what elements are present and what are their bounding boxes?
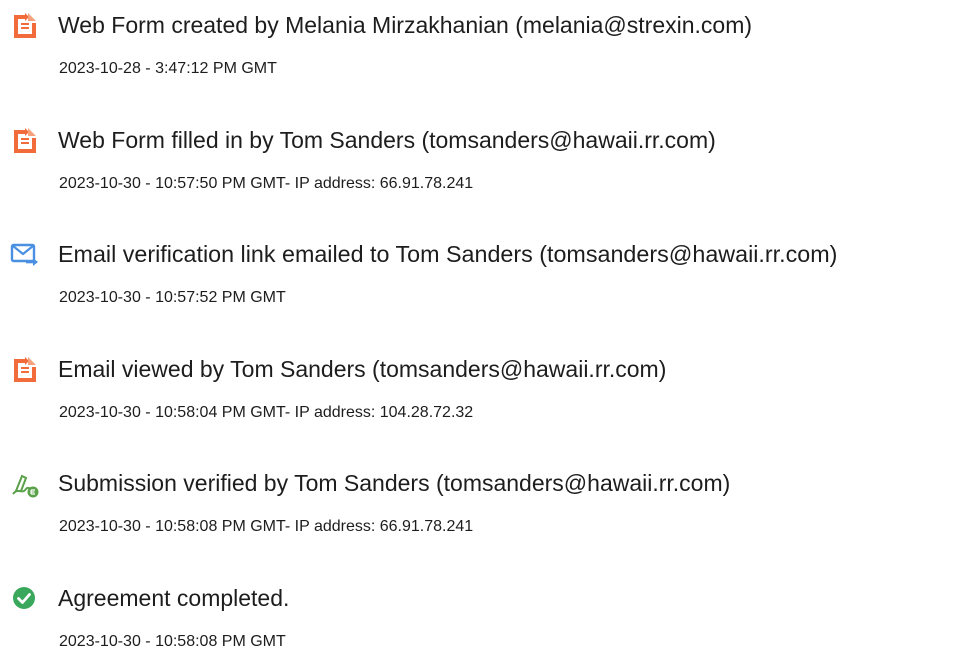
checkmark-circle-icon: [10, 584, 40, 614]
event-timestamp: 2023-10-30 - 10:57:50 PM GMT- IP address…: [59, 175, 474, 192]
event-title: Web Form created by Melania Mirzakhanian…: [58, 12, 753, 38]
event-title: Email viewed by Tom Sanders (tomsanders@…: [58, 356, 667, 382]
event-timestamp: 2023-10-28 - 3:47:12 PM GMT: [59, 60, 277, 77]
event-timestamp: 2023-10-30 - 10:58:08 PM GMT- IP address…: [59, 518, 474, 535]
event-title: Web Form filled in by Tom Sanders (tomsa…: [58, 127, 716, 153]
signature-verified-icon: [10, 469, 40, 499]
email-sent-icon: [10, 240, 40, 270]
event-title: Submission verified by Tom Sanders (toms…: [58, 470, 731, 496]
event-timestamp: 2023-10-30 - 10:57:52 PM GMT: [59, 289, 286, 306]
event-title: Agreement completed.: [58, 585, 290, 611]
event-timestamp: 2023-10-30 - 10:58:04 PM GMT- IP address…: [59, 404, 474, 421]
document-icon: [10, 126, 40, 156]
document-icon: [10, 11, 40, 41]
event-title: Email verification link emailed to Tom S…: [58, 241, 838, 267]
document-icon: [10, 355, 40, 385]
event-timestamp: 2023-10-30 - 10:58:08 PM GMT: [59, 633, 286, 650]
